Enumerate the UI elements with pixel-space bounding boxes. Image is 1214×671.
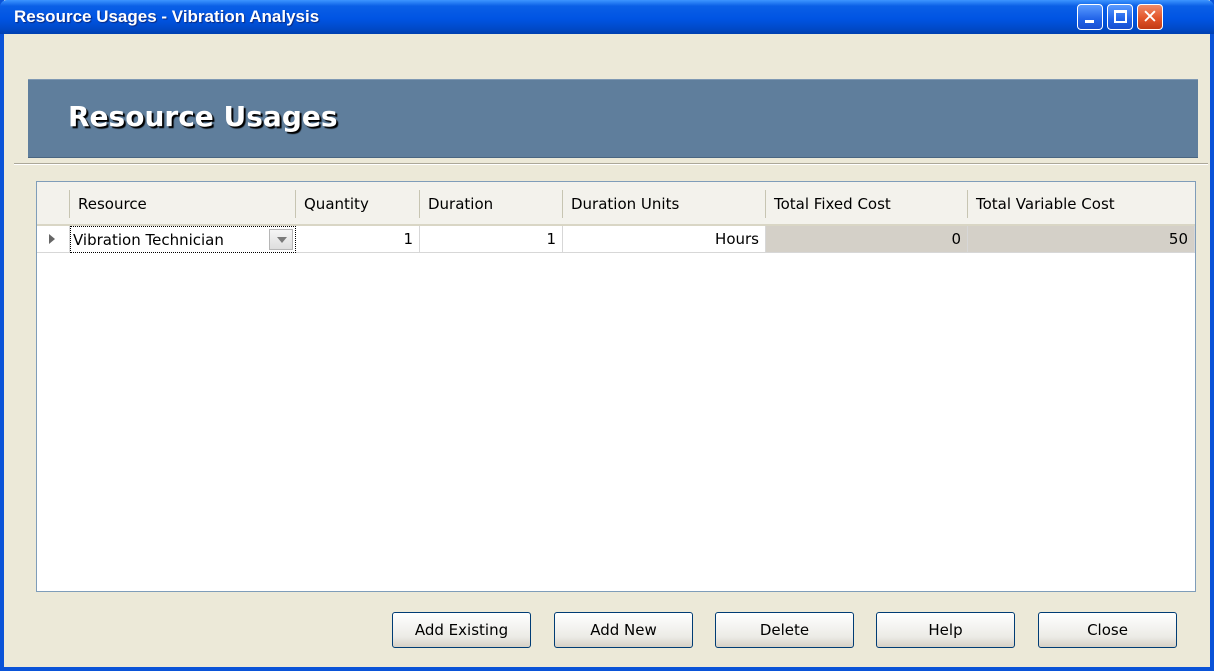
total-variable-cost-cell: 50 — [968, 226, 1195, 253]
add-existing-button[interactable]: Add Existing — [392, 612, 531, 648]
resource-usages-window: Resource Usages - Vibration Analysis ✕ R… — [0, 0, 1214, 671]
close-icon: ✕ — [1142, 6, 1158, 28]
column-header-duration[interactable]: Duration — [420, 182, 563, 226]
divider — [14, 163, 1208, 165]
delete-button[interactable]: Delete — [715, 612, 854, 648]
maximize-button[interactable] — [1107, 4, 1133, 30]
row-selector-header — [37, 182, 70, 226]
window-title: Resource Usages - Vibration Analysis — [14, 7, 320, 26]
column-header-total-fixed-cost[interactable]: Total Fixed Cost — [766, 182, 968, 226]
column-header-duration-units[interactable]: Duration Units — [563, 182, 766, 226]
add-new-button[interactable]: Add New — [554, 612, 693, 648]
close-window-button[interactable]: ✕ — [1137, 4, 1163, 30]
column-header-resource[interactable]: Resource — [70, 182, 296, 226]
page-title: Resource Usages — [68, 100, 338, 133]
resource-usages-grid[interactable]: Resource Quantity Duration Duration Unit… — [36, 181, 1196, 592]
row-selector[interactable] — [37, 226, 70, 253]
quantity-cell[interactable]: 1 — [296, 226, 420, 253]
resource-value: Vibration Technician — [73, 231, 224, 249]
minimize-icon — [1085, 20, 1094, 23]
column-header-total-variable-cost[interactable]: Total Variable Cost — [968, 182, 1195, 226]
page-header: Resource Usages — [28, 79, 1198, 158]
resource-cell[interactable]: Vibration Technician — [70, 226, 296, 253]
help-button[interactable]: Help — [876, 612, 1015, 648]
current-row-icon — [49, 234, 55, 244]
total-fixed-cost-cell: 0 — [766, 226, 968, 253]
duration-units-cell[interactable]: Hours — [563, 226, 766, 253]
resource-dropdown-button[interactable] — [269, 229, 293, 250]
close-button[interactable]: Close — [1038, 612, 1177, 648]
minimize-button[interactable] — [1077, 4, 1103, 30]
maximize-icon — [1114, 10, 1127, 23]
chevron-down-icon — [277, 237, 287, 243]
column-header-quantity[interactable]: Quantity — [296, 182, 420, 226]
title-bar[interactable]: Resource Usages - Vibration Analysis ✕ — [0, 0, 1214, 34]
duration-cell[interactable]: 1 — [420, 226, 563, 253]
